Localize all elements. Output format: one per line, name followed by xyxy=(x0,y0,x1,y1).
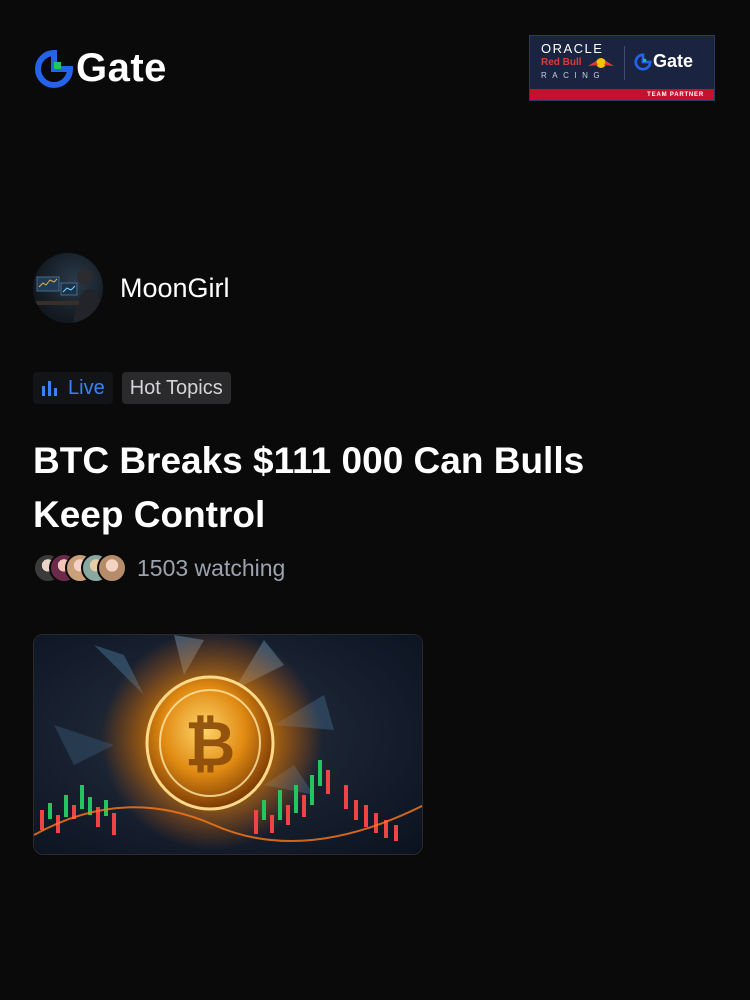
partner-redbull-text: Red Bull xyxy=(541,57,582,68)
host-profile[interactable]: MoonGirl xyxy=(33,253,230,323)
partner-gate-logo: Gate xyxy=(634,51,693,72)
hot-topics-tag[interactable]: Hot Topics xyxy=(121,372,231,404)
trader-avatar-image xyxy=(33,269,103,323)
gate-logo-text: Gate xyxy=(76,46,167,90)
bar-chart-icon xyxy=(42,381,57,396)
redbull-bulls-icon xyxy=(588,58,614,68)
post-thumbnail[interactable]: ₿ xyxy=(33,634,423,855)
post-title[interactable]: BTC Breaks $111 000 Can Bulls Keep Contr… xyxy=(33,434,683,542)
hot-topics-label: Hot Topics xyxy=(129,376,223,399)
partner-banner[interactable]: ORACLE Red Bull RACING Gate TEAM PARTNER xyxy=(529,35,715,101)
svg-text:₿: ₿ xyxy=(185,707,236,780)
team-partner-label: TEAM PARTNER xyxy=(647,91,704,98)
partner-divider xyxy=(624,46,625,80)
watching-count: 1503 watching xyxy=(137,554,286,581)
gate-logo-icon xyxy=(634,52,652,71)
live-badge: Live xyxy=(33,372,113,404)
partner-racing-text: RACING xyxy=(541,71,606,80)
watcher-avatars xyxy=(33,553,127,583)
bitcoin-coin-image: ₿ xyxy=(34,635,422,854)
partner-gate-text: Gate xyxy=(653,51,694,71)
gate-logo[interactable]: Gate xyxy=(34,46,167,91)
avatar[interactable] xyxy=(33,253,103,323)
partner-oracle-text: ORACLE xyxy=(541,41,604,56)
watchers-row: 1503 watching xyxy=(33,553,285,583)
live-label: Live xyxy=(68,376,105,399)
gate-logo-icon xyxy=(35,49,74,88)
team-partner-bar: TEAM PARTNER xyxy=(530,89,714,100)
post-tags: Live Hot Topics xyxy=(33,372,231,404)
watcher-avatar xyxy=(97,553,127,583)
host-name[interactable]: MoonGirl xyxy=(120,273,230,304)
